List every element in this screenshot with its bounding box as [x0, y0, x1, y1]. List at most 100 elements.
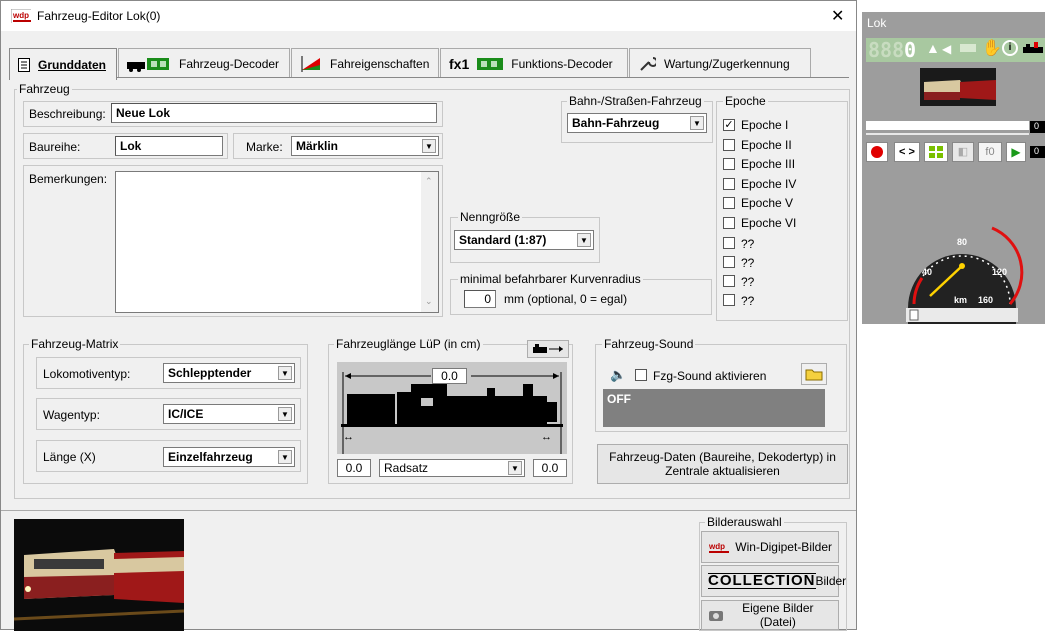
epoche-10-checkbox[interactable] — [723, 294, 735, 306]
baureihe-label: Baureihe: — [29, 140, 81, 154]
chevron-down-icon[interactable]: ▼ — [278, 366, 292, 380]
speaker-icon: 🔈 — [610, 367, 627, 382]
tab-wartung-label: Wartung/Zugerkennung — [664, 56, 790, 71]
epoche-9-checkbox[interactable] — [723, 275, 735, 287]
direction-toggle-button[interactable]: < > — [894, 142, 920, 162]
bahn-select[interactable]: Bahn-Fahrzeug ▼ — [567, 113, 707, 133]
bemerkungen-label: Bemerkungen: — [29, 172, 108, 186]
bemerkungen-textarea[interactable]: ⌃ ⌄ — [115, 171, 439, 313]
gauge-label-km: km — [954, 295, 968, 305]
laenge-legend: Fahrzeuglänge LüP (in cm) — [334, 337, 483, 351]
epoche-6-checkbox[interactable] — [723, 217, 735, 229]
laenge-x-label: Länge (X) — [43, 450, 96, 464]
tab-funktions-decoder[interactable]: fx1 Funktions-Decoder — [440, 48, 628, 78]
info-icon[interactable]: i — [1002, 40, 1018, 56]
beschreibung-input[interactable]: Neue Lok — [111, 103, 437, 123]
epoche-3-label: Epoche III — [741, 157, 796, 171]
total-length-input[interactable]: 0.0 — [432, 368, 467, 384]
right-overhang-input[interactable]: 0.0 — [533, 459, 567, 477]
epoche-2-label: Epoche II — [741, 138, 792, 152]
bemerkungen-scrollbar[interactable]: ⌃ ⌄ — [421, 172, 438, 312]
chevron-down-icon[interactable]: ▼ — [278, 407, 292, 421]
decoder-icon — [127, 57, 169, 72]
collection-bilder-button[interactable]: COLLECTION Bilder — [701, 565, 846, 597]
epoche-5-label: Epoche V — [741, 196, 794, 210]
laenge-x-value: Einzelfahrzeug — [168, 450, 253, 464]
left-overhang-input[interactable]: 0.0 — [337, 459, 371, 477]
loco-address: 0 — [904, 38, 917, 62]
nenngroesse-value: Standard (1:87) — [459, 233, 547, 247]
wagentyp-select[interactable]: IC/ICE ▼ — [163, 404, 295, 424]
gauge-label-160: 160 — [978, 295, 994, 305]
laenge-x-select[interactable]: Einzelfahrzeug ▼ — [163, 447, 295, 467]
train-arrow-icon — [533, 344, 563, 353]
loco-panel-title: Lok — [867, 16, 887, 30]
epoche-7-checkbox[interactable] — [723, 237, 735, 249]
tab-fahrzeug-decoder[interactable]: Fahrzeug-Decoder — [118, 48, 290, 78]
direction-forward-icon[interactable]: ▲ — [926, 40, 940, 56]
close-icon[interactable]: ✕ — [831, 6, 844, 26]
loco-small-icon — [1023, 42, 1043, 53]
wagentyp-label: Wagentyp: — [43, 408, 100, 422]
train-length-button[interactable] — [527, 340, 569, 358]
baureihe-input[interactable]: Lok — [115, 136, 223, 156]
scroll-down-icon[interactable]: ⌄ — [425, 296, 433, 307]
address-placeholder-digits: 888 — [868, 38, 905, 62]
headlight-icon[interactable]: ◀ — [942, 42, 951, 56]
wdp-app-icon: wdp — [11, 9, 31, 23]
marke-label: Marke: — [246, 140, 283, 154]
play-icon[interactable]: ▶ — [1006, 142, 1026, 162]
lokotyp-label: Lokomotiventyp: — [43, 367, 131, 381]
beschreibung-label: Beschreibung: — [29, 107, 106, 121]
epoche-1-label: Epoche I — [741, 118, 789, 132]
marke-value: Märklin — [296, 139, 339, 153]
epoche-1-checkbox[interactable]: ✓ — [723, 119, 735, 131]
locomotive-photo-image — [13, 519, 185, 631]
achse-select[interactable]: Radsatz ▼ — [379, 459, 525, 477]
chevron-down-icon[interactable]: ▼ — [508, 461, 522, 475]
gauge-label-80: 80 — [957, 237, 968, 247]
epoche-4-checkbox[interactable] — [723, 178, 735, 190]
tab-grunddaten[interactable]: Grunddaten — [9, 48, 117, 80]
win-digipet-bilder-button[interactable]: wdp Win-Digipet-Bilder — [701, 531, 839, 563]
list-icon — [18, 57, 30, 72]
sound-checkbox-label: Fzg-Sound aktivieren — [653, 369, 767, 383]
grid-icon — [929, 146, 943, 158]
epoche-8-checkbox[interactable] — [723, 256, 735, 268]
function-bar-icon[interactable] — [960, 44, 976, 52]
chevron-down-icon[interactable]: ▼ — [577, 233, 591, 247]
marke-select[interactable]: Märklin ▼ — [291, 136, 439, 156]
sound-function-button[interactable]: ◧ — [952, 142, 974, 162]
sound-checkbox[interactable] — [635, 369, 647, 381]
kurvenradius-legend: minimal befahrbarer Kurvenradius — [458, 272, 643, 286]
sound-folder-button[interactable] — [801, 363, 827, 385]
chevron-down-icon[interactable]: ▼ — [690, 116, 704, 130]
stop-button[interactable] — [866, 142, 888, 162]
chevron-down-icon[interactable]: ▼ — [278, 450, 292, 464]
scroll-up-icon[interactable]: ⌃ — [425, 176, 433, 187]
epoche-3-checkbox[interactable] — [723, 158, 735, 170]
f0-button[interactable]: f0 — [978, 142, 1002, 162]
epoche-5-checkbox[interactable] — [723, 197, 735, 209]
bahn-legend: Bahn-/Straßen-Fahrzeug — [567, 94, 704, 108]
left-overhang-icon: ↔ — [343, 431, 354, 443]
tab-fahreigenschaften[interactable]: Fahreigenschaften — [291, 48, 439, 78]
eigene-bilder-label: Eigene Bilder (Datei) — [742, 601, 814, 629]
speed-curve-icon — [301, 55, 320, 72]
tab-funktions-decoder-label: Funktions-Decoder — [511, 56, 613, 71]
update-central-button[interactable]: Fahrzeug-Daten (Baureihe, Dekodertyp) in… — [597, 444, 848, 484]
speed-slider-track[interactable] — [866, 121, 1029, 130]
lokotyp-select[interactable]: Schlepptender ▼ — [163, 363, 295, 383]
tab-grunddaten-label: Grunddaten — [38, 57, 106, 72]
tab-wartung[interactable]: Wartung/Zugerkennung — [629, 48, 811, 78]
kurvenradius-input[interactable]: 0 — [464, 290, 496, 308]
hand-icon[interactable]: ✋ — [982, 38, 1002, 58]
function-grid-button[interactable] — [924, 142, 948, 162]
right-overhang-icon: ↔ — [541, 431, 552, 443]
epoche-2-checkbox[interactable] — [723, 139, 735, 151]
nenngroesse-select[interactable]: Standard (1:87) ▼ — [454, 230, 594, 250]
epoche-legend: Epoche — [723, 94, 768, 108]
eigene-bilder-button[interactable]: Eigene Bilder (Datei) — [701, 600, 839, 630]
epoche-groupbox — [716, 101, 848, 321]
chevron-down-icon[interactable]: ▼ — [422, 139, 436, 153]
